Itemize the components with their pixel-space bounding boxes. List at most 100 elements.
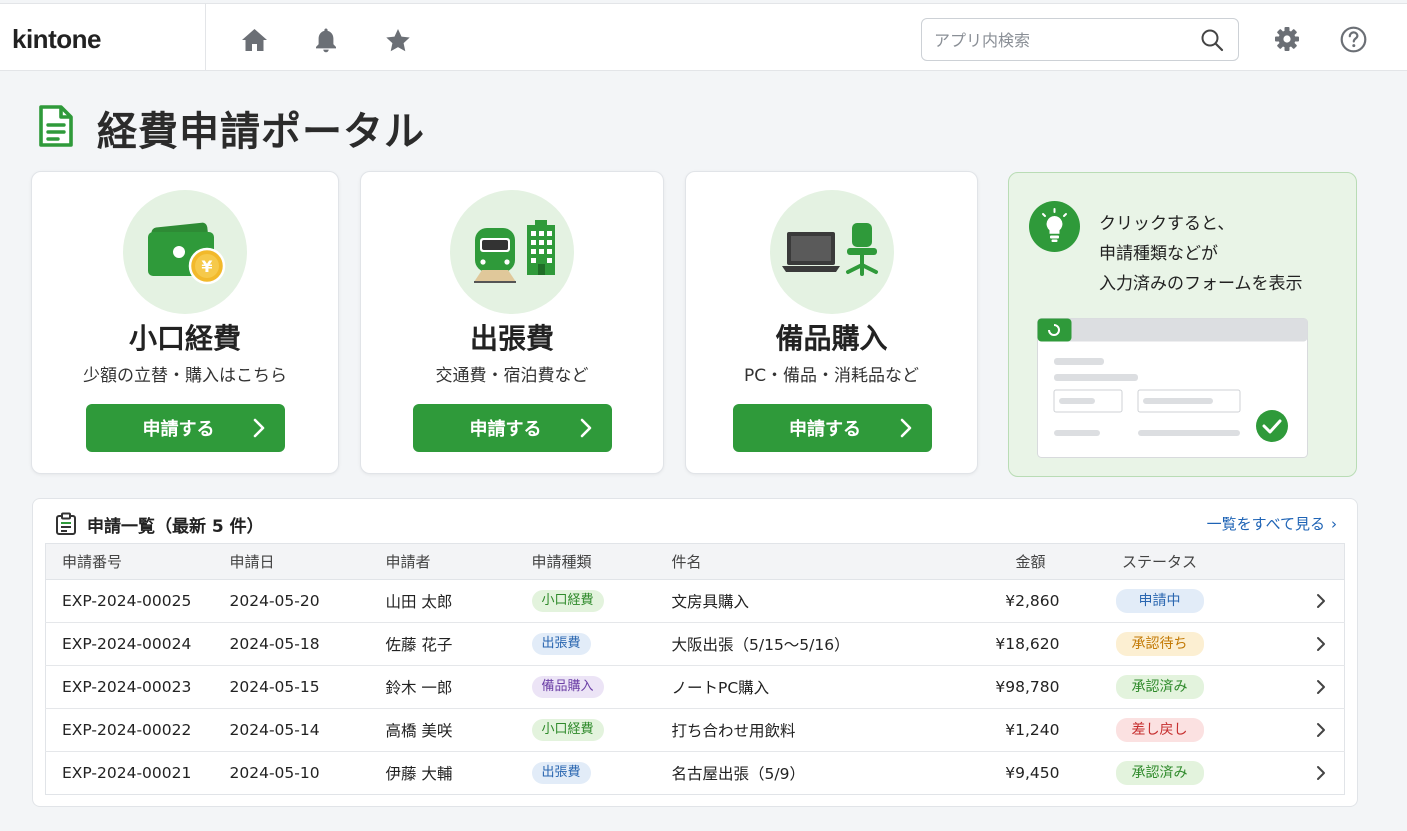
cell-subject: 大阪出張（5/15〜5/16） (671, 622, 922, 666)
button-label: 申請する (142, 419, 215, 440)
row-chevron-right-icon[interactable] (1259, 665, 1345, 709)
card-title: 小口経費 (128, 322, 241, 355)
status-badge: 承認済み (1115, 761, 1204, 785)
top-navigation-bar: kintone (0, 3, 1407, 71)
cell-application-id: EXP-2024-00023 (45, 665, 230, 709)
search-icon[interactable] (1200, 28, 1224, 52)
search-input[interactable] (934, 27, 1184, 53)
travel-expense-card[interactable]: 出張費 交通費・宿泊費など 申請する (360, 171, 664, 474)
column-header[interactable]: 件名 (671, 543, 922, 580)
petty-cash-card[interactable]: ¥ 小口経費 少額の立替・購入はこちら 申請する (31, 171, 339, 474)
cell-type: 出張費 (531, 622, 672, 666)
row-chevron-right-icon[interactable] (1259, 622, 1345, 666)
cell-status: 承認待ち (1059, 622, 1260, 666)
column-header[interactable]: ステータス (1059, 543, 1260, 580)
cell-status: 申請中 (1059, 579, 1260, 623)
row-chevron-right-icon[interactable] (1259, 579, 1345, 623)
column-header-empty (1259, 543, 1345, 580)
bell-icon[interactable] (312, 26, 340, 54)
hint-panel: クリックすると、 申請種類などが 入力済みのフォームを表示 (1008, 172, 1357, 477)
cell-application-id: EXP-2024-00024 (45, 622, 230, 666)
application-list-panel: 申請一覧（最新 5 件） 一覧をすべて見る › 申請番号 申請日 申請者 申請種類… (32, 498, 1358, 807)
cell-subject: 文房具購入 (671, 579, 922, 623)
cell-type: 出張費 (531, 752, 672, 795)
equipment-purchase-card[interactable]: 備品購入 PC・備品・消耗品など 申請する (685, 171, 978, 474)
table-row[interactable]: EXP-2024-00022 2024-05-14 高橋 美咲 小口経費 打ち合わせ用飲… (45, 708, 1345, 752)
list-document-icon (55, 512, 77, 536)
list-heading: 申請一覧（最新 5 件） (87, 517, 264, 537)
view-all-link[interactable]: 一覧をすべて見る › (1207, 513, 1337, 534)
apply-travel-button[interactable]: 申請する (413, 404, 612, 452)
cell-amount: ¥1,240 (921, 708, 1060, 752)
hint-line-1: クリックすると、 (1099, 214, 1235, 234)
wallet-icon: ¥ (123, 190, 247, 314)
cell-status: 承認済み (1059, 665, 1260, 709)
gear-icon[interactable] (1273, 25, 1301, 53)
cell-application-id: EXP-2024-00021 (62, 764, 192, 782)
cell-applicant: 高橋 美咲 (385, 708, 532, 752)
column-header[interactable]: 申請番号 (45, 543, 230, 580)
cell-subject: ノートPC購入 (671, 665, 922, 709)
row-chevron-right-icon[interactable] (1259, 708, 1345, 752)
apply-petty-cash-button[interactable]: 申請する (86, 404, 285, 452)
card-title: 出張費 (469, 322, 554, 355)
document-icon (37, 104, 75, 148)
cell-date: 2024-05-10 (229, 764, 320, 782)
header-divider (205, 4, 206, 70)
lightbulb-icon (1029, 201, 1080, 252)
type-badge: 小口経費 (531, 719, 604, 741)
table-row[interactable]: EXP-2024-00024 2024-05-18 佐藤 花子 出張費 大阪出張（5/1… (45, 622, 1345, 666)
button-label: 申請する (789, 419, 861, 440)
type-badge: 備品購入 (531, 676, 604, 698)
app-search-box[interactable] (921, 18, 1239, 61)
cell-applicant: 佐藤 花子 (385, 622, 532, 666)
cell-status: 承認済み (1060, 752, 1260, 795)
cell-amount: ¥9,450 (1005, 764, 1060, 782)
chevron-right-icon: › (1331, 515, 1337, 533)
chevron-right-icon (580, 418, 592, 438)
home-icon[interactable] (240, 26, 268, 54)
card-subtitle: PC・備品・消耗品など (743, 366, 920, 386)
cell-type: 小口経費 (531, 708, 672, 752)
type-badge: 小口経費 (531, 590, 604, 612)
cell-applicant: 山田 太郎 (385, 579, 532, 623)
apply-equipment-button[interactable]: 申請する (732, 404, 932, 452)
table-row[interactable]: EXP-2024-00021 2024-05-10 伊藤 大輔 出張費 名古屋出張（5/… (46, 752, 1345, 795)
cell-subject: 打ち合わせ用飲料 (671, 708, 922, 752)
cell-date: 2024-05-20 (229, 579, 386, 623)
type-badge: 出張費 (531, 633, 591, 655)
cell-status: 差し戻し (1059, 708, 1260, 752)
column-header[interactable]: 金額 (921, 543, 1060, 580)
status-badge: 承認済み (1115, 675, 1204, 699)
cell-amount: ¥18,620 (921, 622, 1060, 666)
table-row[interactable]: EXP-2024-00023 2024-05-15 鈴木 一郎 備品購入 ノートPC購入… (45, 665, 1345, 709)
column-header[interactable]: 申請者 (385, 543, 532, 580)
laptop-chair-icon (769, 190, 894, 314)
cell-applicant: 伊藤 大輔 (385, 765, 453, 783)
table-row[interactable]: EXP-2024-00025 2024-05-20 山田 太郎 小口経費 文房具購入 ¥2… (45, 579, 1345, 623)
application-table: 申請番号 申請日 申請者 申請種類 件名 金額 ステータス EXP-2024-0… (45, 543, 1345, 795)
column-header[interactable]: 申請日 (229, 543, 386, 580)
cell-type: 備品購入 (531, 665, 672, 709)
status-badge: 申請中 (1115, 589, 1204, 613)
column-header[interactable]: 申請種類 (531, 543, 672, 580)
table-header-row: 申請番号 申請日 申請者 申請種類 件名 金額 ステータス (45, 543, 1345, 580)
cell-date: 2024-05-18 (229, 622, 386, 666)
cell-application-id: EXP-2024-00025 (45, 579, 230, 623)
svg-text:¥: ¥ (201, 257, 212, 276)
kintone-logo[interactable]: kintone (12, 24, 101, 55)
card-subtitle: 交通費・宿泊費など (435, 366, 589, 386)
hint-line-3: 入力済みのフォームを表示 (1099, 274, 1303, 294)
chevron-right-icon (253, 418, 265, 438)
status-badge: 差し戻し (1115, 718, 1204, 742)
row-chevron-right-icon[interactable] (1260, 752, 1345, 795)
cell-amount: ¥2,860 (921, 579, 1060, 623)
card-title: 備品購入 (775, 322, 888, 355)
star-icon[interactable] (384, 26, 412, 54)
cell-date: 2024-05-15 (229, 665, 386, 709)
chevron-right-icon (900, 418, 911, 438)
cell-amount: ¥98,780 (921, 665, 1060, 709)
train-building-icon (450, 190, 574, 314)
hint-text: クリックすると、 申請種類などが 入力済みのフォームを表示 (1099, 209, 1303, 299)
help-icon[interactable] (1339, 25, 1367, 53)
